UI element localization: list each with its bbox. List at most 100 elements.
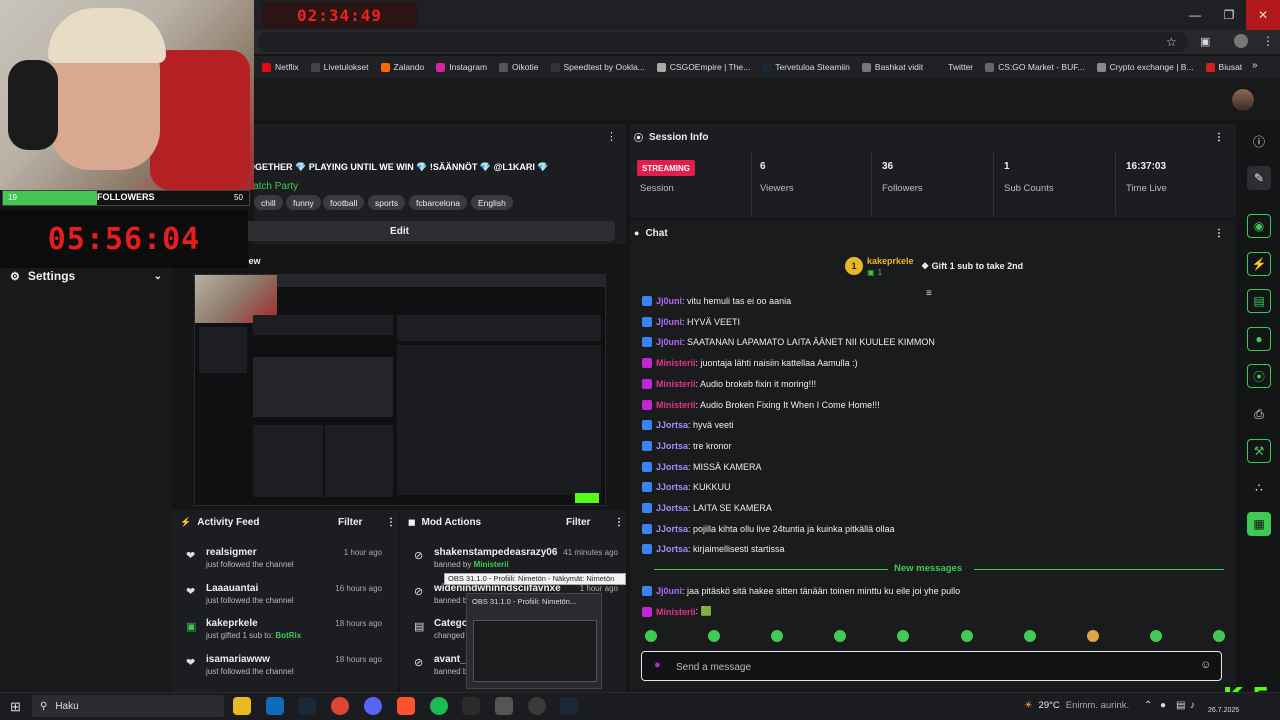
tag-english[interactable]: English [471,195,513,210]
emote-icon[interactable] [834,630,847,642]
bookmark-item[interactable]: Twitter [935,62,973,72]
activity-menu-icon[interactable]: ⋮ [386,517,396,528]
browser-menu-icon[interactable]: ⋮ [1262,34,1274,48]
weather-widget[interactable]: ☀ 29°C Enimm. aurink. [1024,700,1129,711]
emote-icon[interactable] [1023,630,1036,642]
chat-username[interactable]: Ministerii [656,379,696,389]
chat-username[interactable]: JJortsa [656,524,688,534]
clapperboard-icon[interactable]: ▦ [1247,512,1271,536]
broadcast-icon[interactable]: ⦿ [1247,364,1271,388]
activity-user[interactable]: isamariawww [206,654,270,665]
tag-sports[interactable]: sports [368,195,406,210]
address-bar[interactable] [258,32,1188,52]
bookmark-item[interactable]: Bashkat vidit [861,62,923,72]
obs-icon[interactable] [528,697,546,715]
close-button[interactable]: ✕ [1246,0,1280,30]
chat-username[interactable]: JJortsa [656,462,688,472]
sidebar-item-settings[interactable]: ⚙ Settings ⌄ [10,268,162,284]
tag-fcbarcelona[interactable]: fcbarcelona [409,195,467,210]
bookmark-item[interactable]: Zalando [380,62,424,72]
bookmark-item[interactable]: Instagram [436,62,487,72]
chat-input-box[interactable]: ● ☺ [641,651,1222,681]
edit-stream-button[interactable]: Edit [184,221,615,241]
emote-icon[interactable] [1086,630,1099,642]
chat-username[interactable]: JJortsa [656,420,688,430]
steam-icon[interactable] [560,697,578,715]
bookmark-item[interactable]: Netflix [262,62,299,72]
chat-username[interactable]: Ministerii [656,607,696,617]
emote-icon[interactable] [960,630,973,642]
bookmark-item[interactable]: Livetulokset [310,62,369,72]
bookmark-item[interactable]: Oikotie [499,62,539,72]
maximize-button[interactable]: ❐ [1212,0,1246,30]
bookmark-star-icon[interactable]: ☆ [1166,35,1177,49]
chat-message-input[interactable] [676,659,1176,675]
activity-user[interactable]: realsigmer [206,547,257,558]
wrench-icon[interactable]: ⚒ [1247,439,1271,463]
user-avatar[interactable] [1232,89,1254,111]
bookmarks-overflow-icon[interactable]: » [1252,60,1258,71]
chat-username[interactable]: JJortsa [656,544,688,554]
bookmark-item[interactable]: Tervetuloa Steamiin [762,62,850,72]
browser-tab-timer[interactable]: 02:34:49 [262,2,417,28]
chat-username[interactable]: Ministerii [656,358,696,368]
emote-icon[interactable] [771,630,784,642]
tray-chevron-icon[interactable]: ⌃ [1144,700,1152,711]
profile-avatar[interactable] [1234,34,1248,48]
spotify-icon[interactable] [430,697,448,715]
info-icon[interactable]: ⓘ [1247,129,1271,153]
session-menu-icon[interactable]: ⋮ [1214,132,1224,143]
lightning-icon[interactable]: ⚡ [1247,252,1271,276]
mod-menu-icon[interactable]: ⋮ [614,517,624,528]
chat-username[interactable]: Jj0uni [656,337,682,347]
chat-username[interactable]: Ministerii [656,400,696,410]
steam-icon[interactable] [298,697,316,715]
volume-icon[interactable]: ♪ [1190,700,1195,711]
tag-chill[interactable]: chill [254,195,283,210]
brave-icon[interactable] [397,697,415,715]
emoji-icon[interactable]: ☺ [1200,659,1211,671]
chat-username[interactable]: Jj0uni [656,586,682,596]
tag-football[interactable]: football [323,195,365,210]
app-icon[interactable] [495,697,513,715]
chat-menu-icon[interactable]: ⋮ [1214,228,1224,239]
epic-games-icon[interactable] [462,697,480,715]
activity-user[interactable]: kakeprkele [206,618,258,629]
activity-user[interactable]: Laaauantai [206,583,258,594]
discord-icon[interactable] [364,697,382,715]
mod-filter-button[interactable]: Filter [566,517,590,528]
chat-username[interactable]: Jj0uni [656,317,682,327]
taskbar-search[interactable]: ⚲ Haku [32,695,224,717]
bookmark-item[interactable]: Biusat [1205,62,1242,72]
mod-target-user[interactable]: shakenstampedeasrazy06 [434,547,557,558]
extensions-icon[interactable]: ▣ [1200,35,1210,48]
pencil-icon[interactable]: ✎ [1247,166,1271,190]
minimize-button[interactable]: — [1178,0,1212,30]
tag-funny[interactable]: funny [286,195,321,210]
pinned-user[interactable]: kakeprkele [867,256,914,266]
chrome-icon[interactable] [331,697,349,715]
bookmark-item[interactable]: CS:GO Market - BUF... [985,62,1085,72]
outlook-icon[interactable] [266,697,284,715]
activity-desc-target[interactable]: BotRix [275,631,301,640]
activity-filter-button[interactable]: Filter [338,517,362,528]
target-icon[interactable]: ◉ [1247,214,1271,238]
document-icon[interactable]: ▤ [1247,289,1271,313]
bookmark-item[interactable]: Speedtest by Ookla... [550,62,645,72]
emote-icon[interactable] [645,630,657,642]
gift-leaderboard[interactable]: 1 kakeprkele ▣ 1 ❖ Gift 1 sub to take 2nd [845,255,1035,281]
obs-taskbar-preview[interactable] [466,593,602,689]
chat-username[interactable]: JJortsa [656,482,688,492]
nodes-icon[interactable]: ∴ [1247,476,1271,500]
bookmark-item[interactable]: Crypto exchange | B... [1096,62,1194,72]
mod-desc-target[interactable]: Ministerii [474,560,509,569]
chat-username[interactable]: Jj0uni [656,296,682,306]
emote-icon[interactable] [708,630,721,642]
chat-icon[interactable]: ● [1247,327,1271,351]
chat-username[interactable]: JJortsa [656,441,688,451]
emote-icon[interactable] [1212,630,1225,642]
new-messages-divider[interactable]: New messages [654,563,1224,575]
emote-icon[interactable] [1149,630,1162,642]
windows-start-icon[interactable]: ⊞ [10,699,21,715]
bookmark-item[interactable]: CSGOEmpire | The... [656,62,750,72]
